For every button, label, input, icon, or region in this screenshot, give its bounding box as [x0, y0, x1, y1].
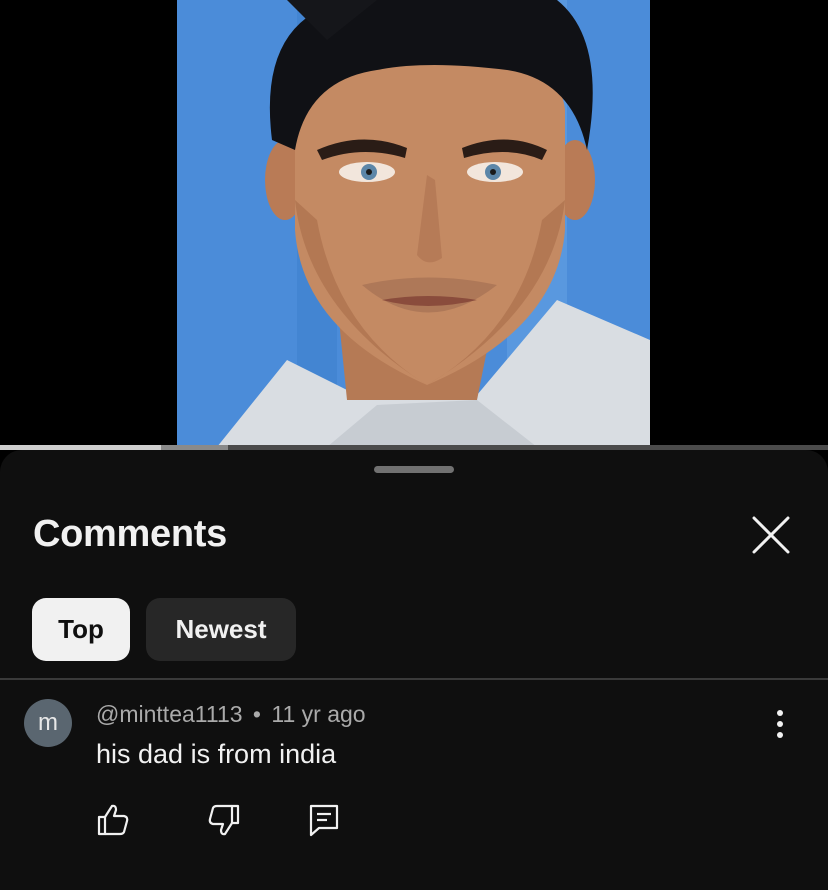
- dislike-icon: [208, 804, 240, 836]
- like-button[interactable]: [95, 802, 131, 838]
- like-icon: [97, 804, 129, 836]
- portrait-image: [177, 0, 650, 447]
- divider: [0, 678, 828, 680]
- comment-author[interactable]: @minttea1113: [96, 701, 243, 727]
- comment-more-button[interactable]: [764, 706, 796, 742]
- shorts-page: Comments Top Newest m @minttea1113 • 11 …: [0, 0, 828, 890]
- more-vert-icon: [777, 710, 783, 738]
- sheet-drag-handle[interactable]: [374, 466, 454, 473]
- video-player[interactable]: [0, 0, 828, 450]
- avatar[interactable]: m: [24, 699, 72, 747]
- video-frame[interactable]: [177, 0, 650, 447]
- sort-chip-top[interactable]: Top: [32, 598, 130, 661]
- dislike-button[interactable]: [206, 802, 242, 838]
- sort-chip-newest[interactable]: Newest: [146, 598, 296, 661]
- sheet-title: Comments: [33, 513, 227, 555]
- comment-text: his dad is from india: [96, 739, 337, 769]
- reply-icon: [309, 804, 339, 837]
- comment-time: 11 yr ago: [271, 701, 366, 727]
- comments-sheet: Comments Top Newest m @minttea1113 • 11 …: [0, 450, 828, 890]
- meta-separator: •: [252, 701, 261, 727]
- close-button[interactable]: [748, 512, 794, 558]
- reply-button[interactable]: [306, 802, 342, 838]
- comment-meta: @minttea1113 • 11 yr ago: [96, 701, 366, 728]
- close-icon: [752, 516, 790, 554]
